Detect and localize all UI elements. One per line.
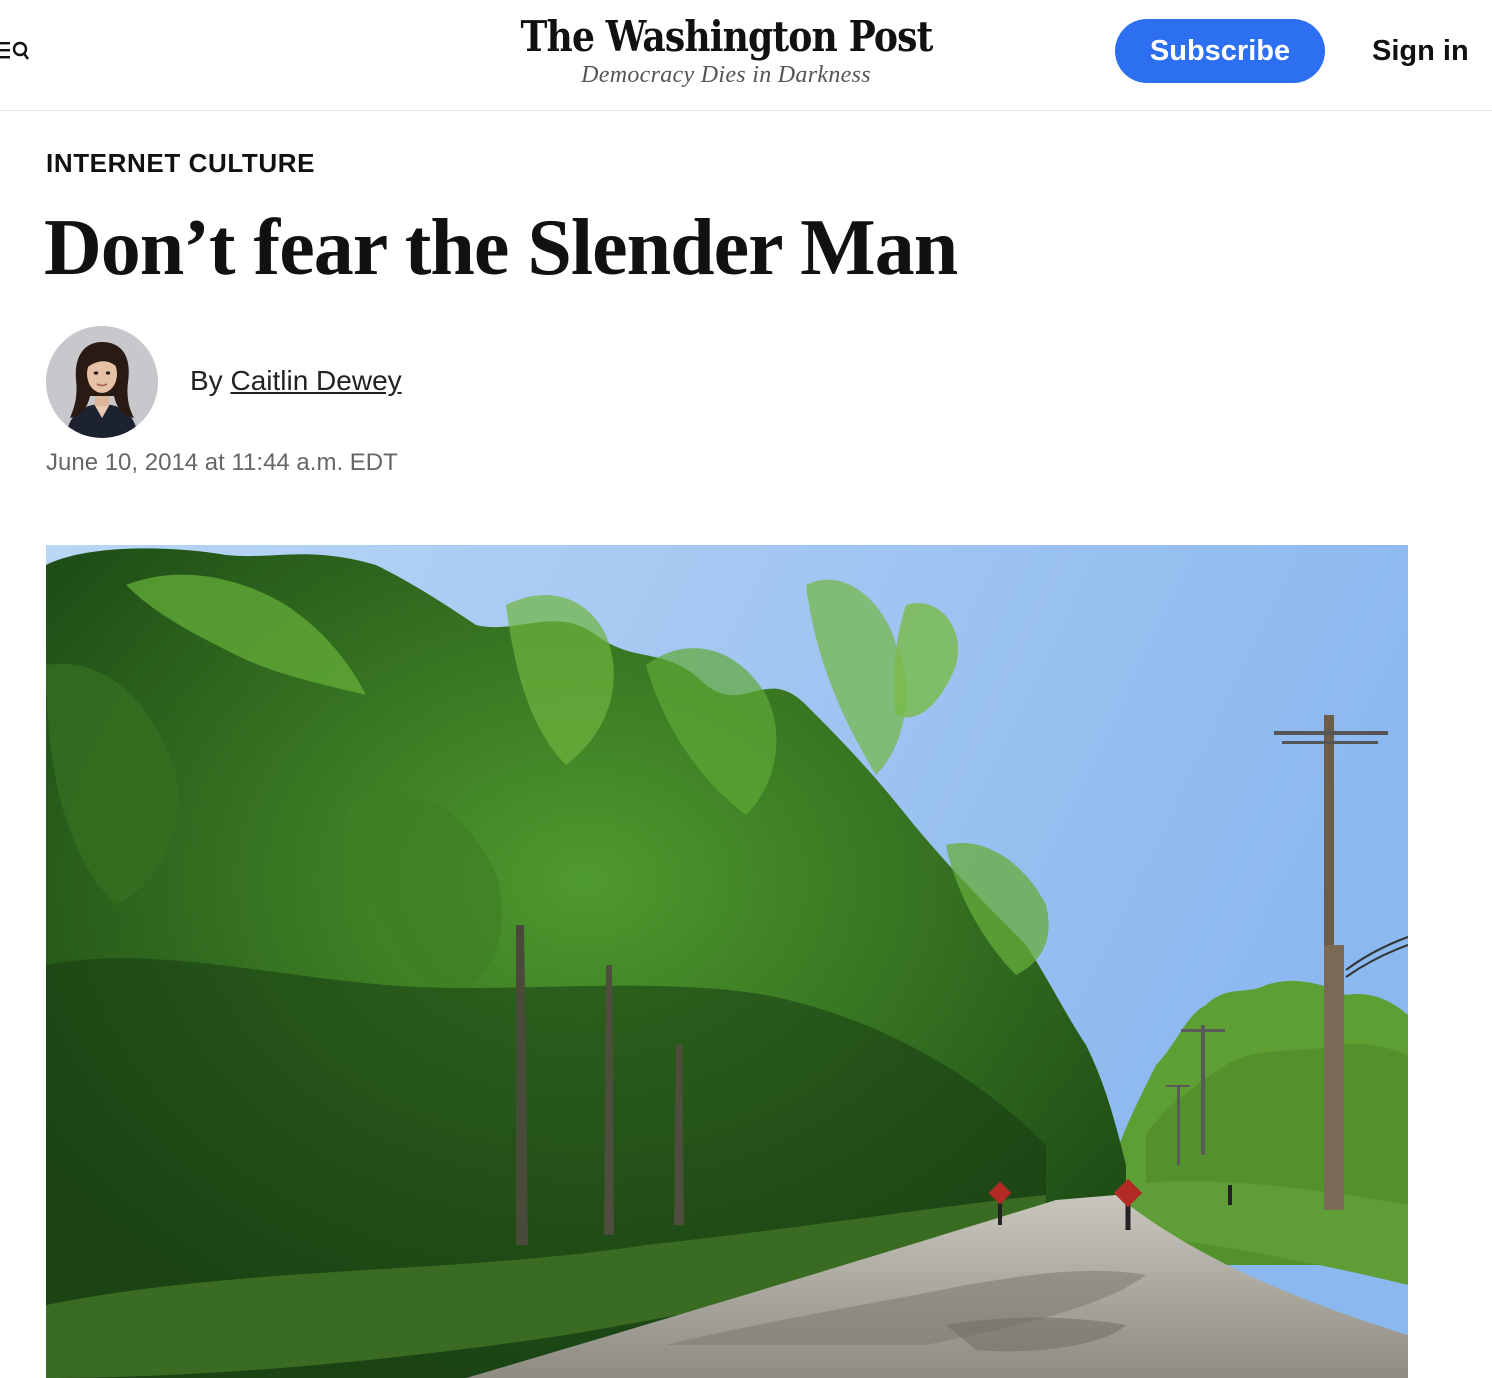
author-avatar[interactable] — [46, 326, 158, 438]
section-kicker[interactable]: INTERNET CULTURE — [46, 148, 315, 179]
masthead[interactable]: The Washington Post Democracy Dies in Da… — [486, 8, 966, 89]
menu-icon — [0, 41, 29, 60]
lead-photo — [46, 545, 1408, 1378]
lead-image — [46, 545, 1408, 1378]
search-icon — [12, 41, 29, 60]
sign-in-link[interactable]: Sign in — [1372, 32, 1469, 70]
article-headline: Don’t fear the Slender Man — [44, 204, 958, 292]
subscribe-button[interactable]: Subscribe — [1115, 19, 1325, 83]
menu-search-button[interactable] — [0, 38, 34, 64]
byline-prefix: By — [190, 365, 223, 396]
site-logo[interactable]: The Washington Post — [520, 8, 933, 66]
site-header: The Washington Post Democracy Dies in Da… — [0, 0, 1492, 111]
publish-timestamp: June 10, 2014 at 11:44 a.m. EDT — [46, 449, 398, 476]
tagline: Democracy Dies in Darkness — [581, 62, 871, 88]
author-link[interactable]: Caitlin Dewey — [230, 365, 401, 396]
author-photo — [46, 326, 158, 438]
byline: By Caitlin Dewey — [190, 364, 402, 398]
